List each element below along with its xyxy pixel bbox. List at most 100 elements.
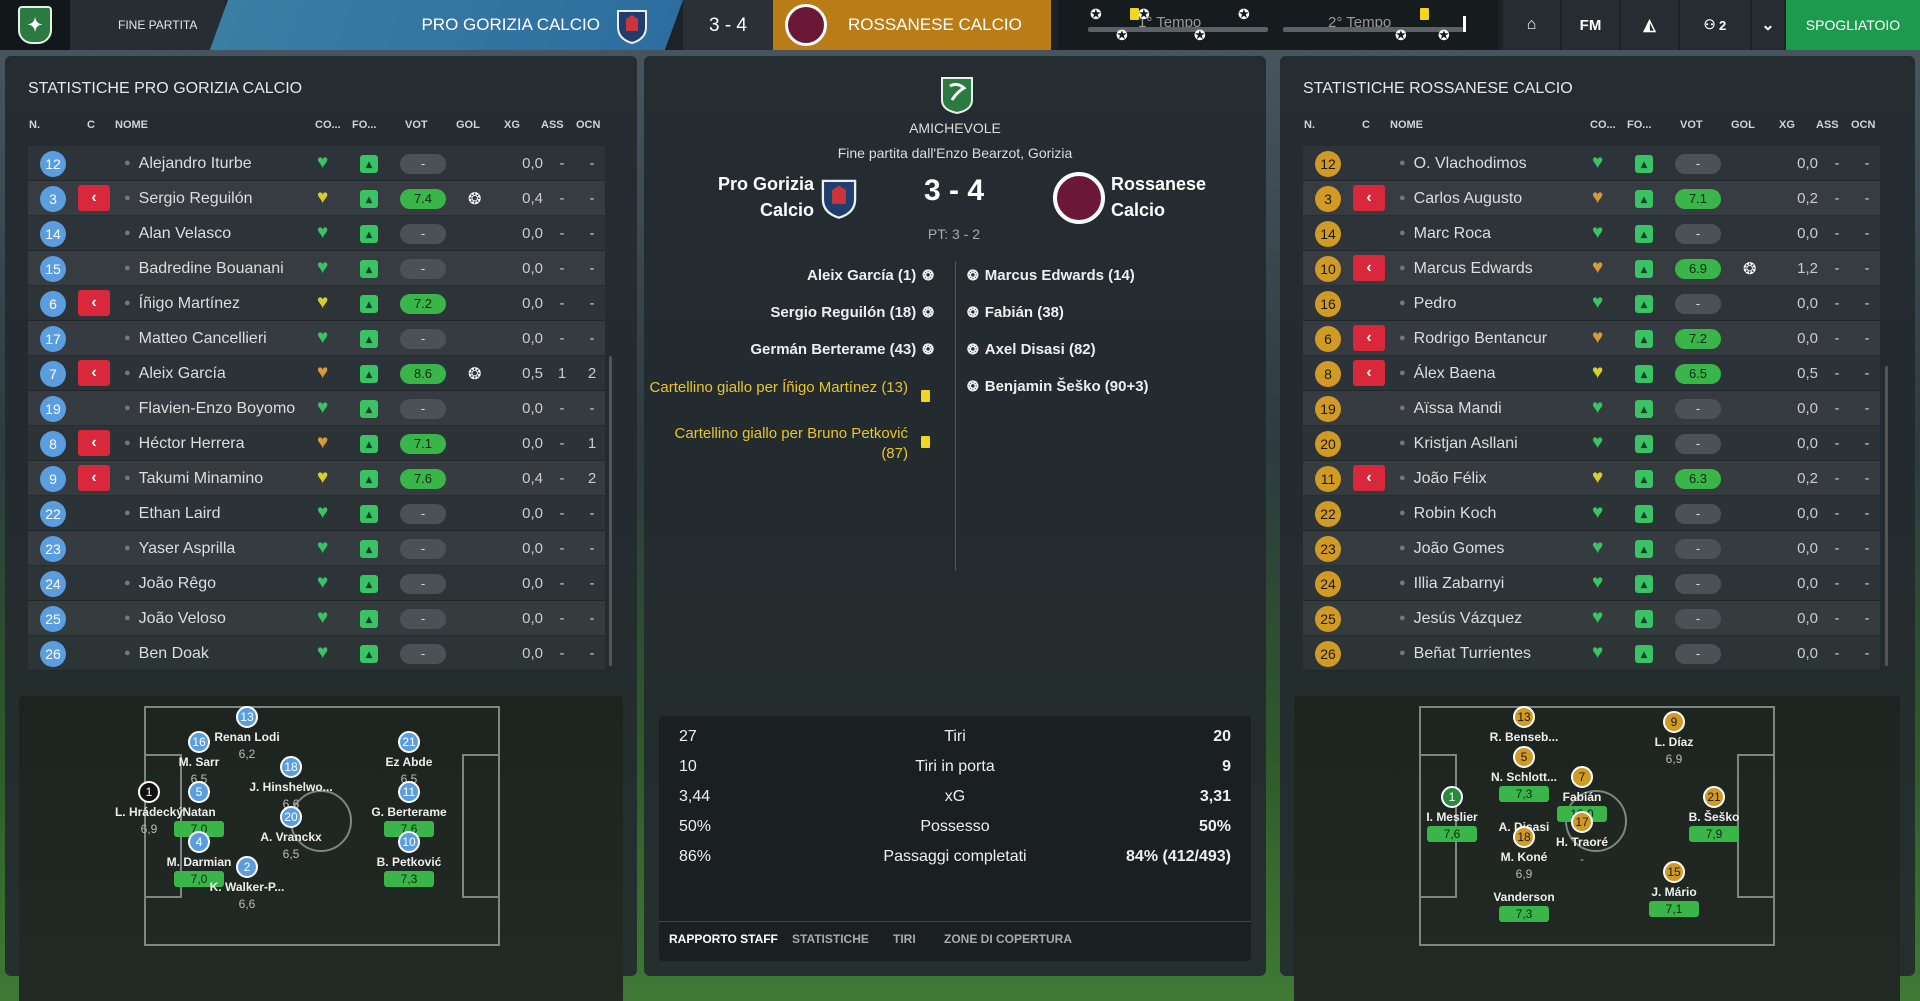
col-co[interactable]: CO... [1590,119,1616,131]
player-name[interactable]: Alan Velasco [124,225,232,243]
player-name[interactable]: Marcus Edwards [1399,260,1533,278]
table-row[interactable]: 9 ‹ Takumi Minamino ♥ ▴ 7.6 0,4- 2 [28,461,605,496]
substitution-badge[interactable]: ‹ [1353,185,1385,211]
substitution-badge[interactable]: ‹ [1353,325,1385,351]
table-row[interactable]: 22Ethan Laird♥▴-0,0-- [28,496,605,531]
player-marker[interactable]: 5 [188,781,210,803]
table-row[interactable]: 17Matteo Cancellieri♥▴-0,0-- [28,321,605,356]
col-n[interactable]: N. [29,119,40,131]
center-home-team[interactable]: Pro Gorizia Calcio [689,171,814,223]
player-marker[interactable]: 20 [280,806,302,828]
table-row[interactable]: 24Illia Zabarnyi♥▴-0,0-- [1303,566,1880,601]
table-row[interactable]: 19Aïssa Mandi♥▴-0,0-- [1303,391,1880,426]
player-marker[interactable]: 15 [1663,861,1685,883]
col-fo[interactable]: FO... [352,119,376,131]
player-marker[interactable]: 4 [188,831,210,853]
player-marker[interactable]: 17 [1571,811,1593,833]
substitution-badge[interactable]: ‹ [1353,465,1385,491]
col-xg[interactable]: XG [504,119,520,131]
home-team-name[interactable]: PRO GORIZIA CALCIO [300,15,600,35]
substitution-badge[interactable]: ‹ [78,185,110,211]
fm-button[interactable]: FM [1562,0,1619,50]
col-xg[interactable]: XG [1779,119,1795,131]
player-name[interactable]: João Rêgo [124,575,216,593]
player-name[interactable]: Álex Baena [1399,365,1496,383]
competition-logo[interactable]: ✦ [0,0,70,50]
col-nome[interactable]: NOME [115,119,148,131]
player-marker[interactable]: 21 [398,731,420,753]
player-name[interactable]: João Félix [1399,470,1487,488]
tab-statistiche[interactable]: STATISTICHE [792,932,869,946]
table-row[interactable]: 26Beñat Turrientes♥▴-0,0-- [1303,636,1880,671]
table-row[interactable]: 26Ben Doak♥▴-0,0-- [28,636,605,671]
substitution-badge[interactable]: ‹ [1353,255,1385,281]
table-row[interactable]: 19Flavien-Enzo Boyomo♥▴-0,0-- [28,391,605,426]
player-name[interactable]: Beñat Turrientes [1399,645,1531,663]
player-name[interactable]: João Veloso [124,610,226,628]
col-vot[interactable]: VOT [1680,119,1703,131]
player-name[interactable]: O. Vlachodimos [1399,155,1527,173]
player-name[interactable]: Marc Roca [1399,225,1491,243]
player-name[interactable]: Pedro [1399,295,1457,313]
player-name[interactable]: Badredine Bouanani [124,260,284,278]
player-name[interactable]: Ethan Laird [124,505,221,523]
menu-chevron-button[interactable]: ⌄ [1752,0,1784,50]
col-ocn[interactable]: OCN [1851,119,1875,131]
table-row[interactable]: 12O. Vlachodimos♥▴-0,0-- [1303,146,1880,181]
player-name[interactable]: Alejandro Iturbe [124,155,252,173]
player-marker[interactable]: 11 [398,781,420,803]
player-name[interactable]: Robin Koch [1399,505,1497,523]
player-name[interactable]: Jesús Vázquez [1399,610,1523,628]
col-gol[interactable]: GOL [456,119,480,131]
scrollbar[interactable] [1885,366,1888,666]
table-row[interactable]: 7 ‹ Aleix García ♥ ▴ 8.6 ❂ 0,5 1 2 [28,356,605,391]
player-name[interactable]: Rodrigo Bentancur [1399,330,1547,348]
table-row[interactable]: 25João Veloso♥▴-0,0-- [28,601,605,636]
col-gol[interactable]: GOL [1731,119,1755,131]
boot-button[interactable]: ◭ [1621,0,1678,50]
player-name[interactable]: Illia Zabarnyi [1399,575,1505,593]
table-row[interactable]: 12Alejandro Iturbe♥▴-0,0-- [28,146,605,181]
table-row[interactable]: 22Robin Koch♥▴-0,0-- [1303,496,1880,531]
table-row[interactable]: 20Kristjan Asllani♥▴-0,0-- [1303,426,1880,461]
table-row[interactable]: 16Pedro♥▴-0,0-- [1303,286,1880,321]
player-marker[interactable]: 18 [280,756,302,778]
substitution-badge[interactable]: ‹ [78,465,110,491]
player-marker[interactable]: 13 [236,706,258,728]
player-marker[interactable]: 13 [1513,706,1535,728]
substitution-badge[interactable]: ‹ [1353,360,1385,386]
player-name[interactable]: Flavien-Enzo Boyomo [124,400,296,418]
table-row[interactable]: 15Badredine Bouanani♥▴-0,0-- [28,251,605,286]
player-name[interactable]: Matteo Cancellieri [124,330,267,348]
center-away-team[interactable]: Rossanese Calcio [1111,171,1236,223]
table-row[interactable]: 23João Gomes♥▴-0,0-- [1303,531,1880,566]
scrollbar[interactable] [609,356,612,666]
table-row[interactable]: 6‹Rodrigo Bentancur♥▴7.20,0-- [1303,321,1880,356]
table-row[interactable]: 3‹Sergio Reguilón♥▴7.4❂0,4-- [28,181,605,216]
table-row[interactable]: 10‹Marcus Edwards♥▴6.9❂1,2-- [1303,251,1880,286]
match-timeline[interactable]: 1° Tempo 2° Tempo ✪ ✪ ✪ ✪ ✪ ✪ ✪ [1058,0,1498,50]
col-ass[interactable]: ASS [541,119,564,131]
table-row[interactable]: 3‹Carlos Augusto♥▴7.10,2-- [1303,181,1880,216]
player-name[interactable]: Yaser Asprilla [124,540,236,558]
substitution-badge[interactable]: ‹ [78,290,110,316]
player-marker[interactable]: 10 [398,831,420,853]
player-name[interactable]: Carlos Augusto [1399,190,1523,208]
spogliatoio-button[interactable]: SPOGLIATOIO [1786,0,1920,50]
player-name[interactable]: Aïssa Mandi [1399,400,1502,418]
player-marker[interactable]: 1 [1441,786,1463,808]
player-marker[interactable]: 18 [1513,826,1535,848]
col-nome[interactable]: NOME [1390,119,1423,131]
home-button[interactable]: ⌂ [1503,0,1560,50]
table-row[interactable]: 24João Rêgo♥▴-0,0-- [28,566,605,601]
player-name[interactable]: Sergio Reguilón [124,190,253,208]
player-marker[interactable]: 1 [138,781,160,803]
player-marker[interactable]: 9 [1663,711,1685,733]
player-name[interactable]: Ben Doak [124,645,209,663]
col-n[interactable]: N. [1304,119,1315,131]
away-team-name[interactable]: ROSSANESE CALCIO [848,15,1022,35]
col-ass[interactable]: ASS [1816,119,1839,131]
player-name[interactable]: Aleix García [124,365,226,383]
substitution-badge[interactable]: ‹ [78,430,110,456]
table-row[interactable]: 6‹Íñigo Martínez♥▴7.20,0-- [28,286,605,321]
